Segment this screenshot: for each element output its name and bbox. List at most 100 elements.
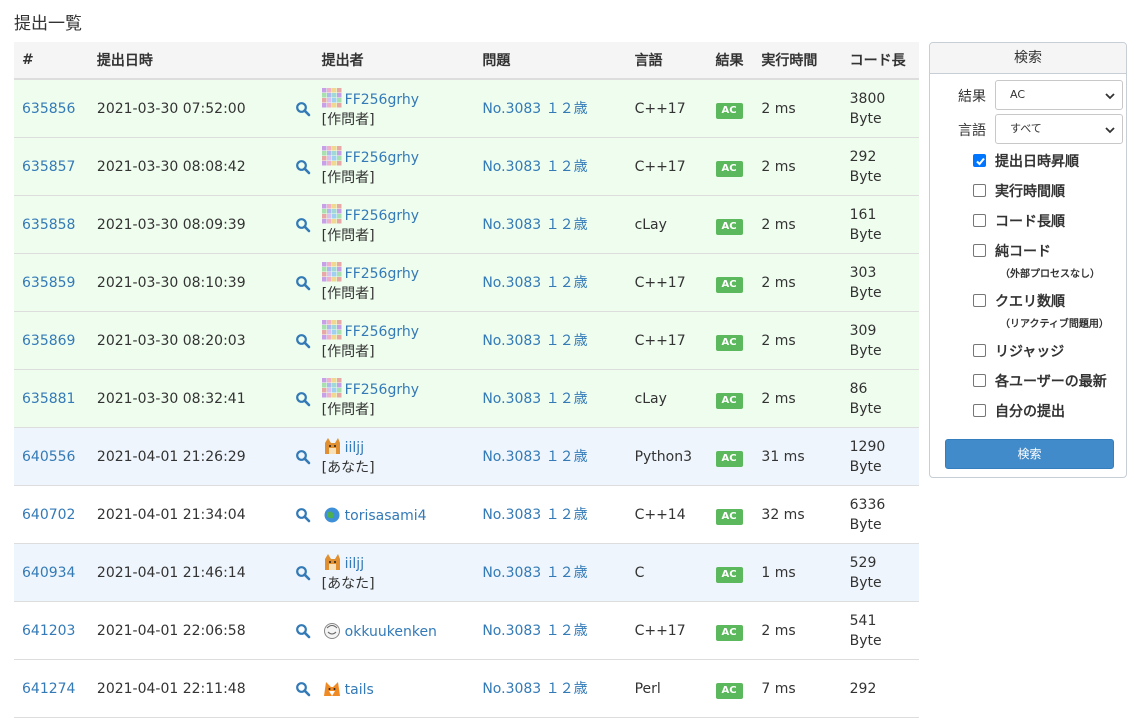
result-select[interactable]: AC xyxy=(995,80,1123,110)
cell-id: 635869 xyxy=(14,311,89,370)
header-code-length: コード長 xyxy=(841,42,919,80)
checkbox[interactable] xyxy=(973,214,986,227)
problem-link[interactable]: No.3083 １２歳 xyxy=(482,333,587,349)
checkbox[interactable] xyxy=(973,404,986,417)
problem-link[interactable]: No.3083 １２歳 xyxy=(482,681,587,697)
magnifier-icon[interactable] xyxy=(295,681,311,697)
cell-view xyxy=(287,659,314,718)
cell-time: 1 ms xyxy=(753,543,842,602)
submission-id-link[interactable]: 635869 xyxy=(22,333,75,349)
problem-link[interactable]: No.3083 １２歳 xyxy=(482,159,587,175)
status-badge: AC xyxy=(715,508,743,525)
code-length-unit: Byte xyxy=(849,516,882,533)
user-link[interactable]: FF256grhy xyxy=(345,150,419,166)
header-language: 言語 xyxy=(626,42,708,80)
cell-id: 640702 xyxy=(14,485,89,544)
cell-code-length: 541 Byte xyxy=(841,601,919,660)
pixel-avatar xyxy=(321,87,345,108)
user-role: [作問者] xyxy=(321,401,375,418)
user-link[interactable]: FF256grhy xyxy=(345,266,419,282)
magnifier-icon[interactable] xyxy=(295,449,311,465)
magnifier-icon[interactable] xyxy=(295,623,311,639)
search-button[interactable]: 検索 xyxy=(945,439,1114,469)
checkbox[interactable] xyxy=(973,244,986,257)
magnifier-icon[interactable] xyxy=(295,507,311,523)
submission-id-link[interactable]: 635856 xyxy=(22,101,75,117)
submission-id-link[interactable]: 641274 xyxy=(22,681,75,697)
submission-id-link[interactable]: 640702 xyxy=(22,507,75,523)
cell-user: iiljj [あなた] xyxy=(313,543,475,602)
problem-link[interactable]: No.3083 １２歳 xyxy=(482,623,587,639)
submission-id-link[interactable]: 635857 xyxy=(22,159,75,175)
cell-user: iiljj [あなた] xyxy=(313,427,475,486)
cell-time: 2 ms xyxy=(753,311,842,370)
table-row: 640702 2021-04-01 21:34:04 torisasami4 No.3… xyxy=(14,485,919,544)
user-link[interactable]: iiljj xyxy=(345,556,364,572)
cell-time: 32 ms xyxy=(753,485,842,544)
magnifier-icon[interactable] xyxy=(295,159,311,175)
cell-result: AC xyxy=(707,311,754,370)
magnifier-icon[interactable] xyxy=(295,333,311,349)
problem-link[interactable]: No.3083 １２歳 xyxy=(482,449,587,465)
checkbox[interactable] xyxy=(973,344,986,357)
user-link[interactable]: FF256grhy xyxy=(345,92,419,108)
cell-time: 2 ms xyxy=(753,137,842,196)
submission-id-link[interactable]: 635881 xyxy=(22,391,75,407)
cell-date: 2021-03-30 08:20:03 xyxy=(88,311,288,370)
checkbox[interactable] xyxy=(973,184,986,197)
checkbox-label: 各ユーザーの最新 xyxy=(995,374,1107,390)
table-row: 640556 2021-04-01 21:26:29 iiljj [あなた] No.30… xyxy=(14,427,919,486)
code-length-value: 541 xyxy=(849,612,877,629)
status-badge: AC xyxy=(715,276,743,293)
search-panel: 検索 結果 AC 言語 すべて 提出日時昇順 実行時間順 コード長順 純コード （外部プ… xyxy=(929,42,1127,478)
user-link[interactable]: FF256grhy xyxy=(345,382,419,398)
problem-link[interactable]: No.3083 １２歳 xyxy=(482,391,587,407)
cell-problem: No.3083 １２歳 xyxy=(474,601,627,660)
magnifier-icon[interactable] xyxy=(295,101,311,117)
magnifier-icon[interactable] xyxy=(295,275,311,291)
checkbox-label: リジャッジ xyxy=(995,344,1065,360)
cell-language: Python3 xyxy=(626,427,708,486)
user-role: [あなた] xyxy=(321,459,375,476)
user-link[interactable]: FF256grhy xyxy=(345,208,419,224)
cell-date: 2021-03-30 08:10:39 xyxy=(88,253,288,312)
cell-id: 635856 xyxy=(14,79,89,138)
checkbox[interactable] xyxy=(973,294,986,307)
magnifier-icon[interactable] xyxy=(295,217,311,233)
magnifier-icon[interactable] xyxy=(295,565,311,581)
cell-time: 31 ms xyxy=(753,427,842,486)
problem-link[interactable]: No.3083 １２歳 xyxy=(482,101,587,117)
cell-code-length: 309 Byte xyxy=(841,311,919,370)
table-row: 635881 2021-03-30 08:32:41 FF256grhy [作問者] N… xyxy=(14,369,919,428)
status-badge: AC xyxy=(715,682,743,699)
code-length-unit: Byte xyxy=(849,632,882,649)
code-length-value: 309 xyxy=(849,322,877,339)
code-length-unit: Byte xyxy=(849,226,882,243)
user-link[interactable]: torisasami4 xyxy=(345,508,427,524)
submission-id-link[interactable]: 640556 xyxy=(22,449,75,465)
magnifier-icon[interactable] xyxy=(295,391,311,407)
submission-id-link[interactable]: 635859 xyxy=(22,275,75,291)
checkbox[interactable] xyxy=(973,154,986,167)
user-role: [作問者] xyxy=(321,169,375,186)
cell-language: C++17 xyxy=(626,601,708,660)
cell-view xyxy=(287,311,314,370)
cell-language: Perl xyxy=(626,659,708,718)
cell-time: 2 ms xyxy=(753,253,842,312)
cell-time: 2 ms xyxy=(753,79,842,138)
language-select[interactable]: すべて xyxy=(995,114,1123,144)
problem-link[interactable]: No.3083 １２歳 xyxy=(482,275,587,291)
problem-link[interactable]: No.3083 １２歳 xyxy=(482,507,587,523)
page-title: 提出一覧 xyxy=(14,14,82,34)
cell-view xyxy=(287,195,314,254)
submission-id-link[interactable]: 641203 xyxy=(22,623,75,639)
problem-link[interactable]: No.3083 １２歳 xyxy=(482,217,587,233)
user-link[interactable]: FF256grhy xyxy=(345,324,419,340)
checkbox[interactable] xyxy=(973,374,986,387)
submission-id-link[interactable]: 635858 xyxy=(22,217,75,233)
user-link[interactable]: iiljj xyxy=(345,440,364,456)
user-role: [作問者] xyxy=(321,111,375,128)
problem-link[interactable]: No.3083 １２歳 xyxy=(482,565,587,581)
submission-id-link[interactable]: 640934 xyxy=(22,565,75,581)
user-link[interactable]: okkuukenken xyxy=(345,624,437,640)
